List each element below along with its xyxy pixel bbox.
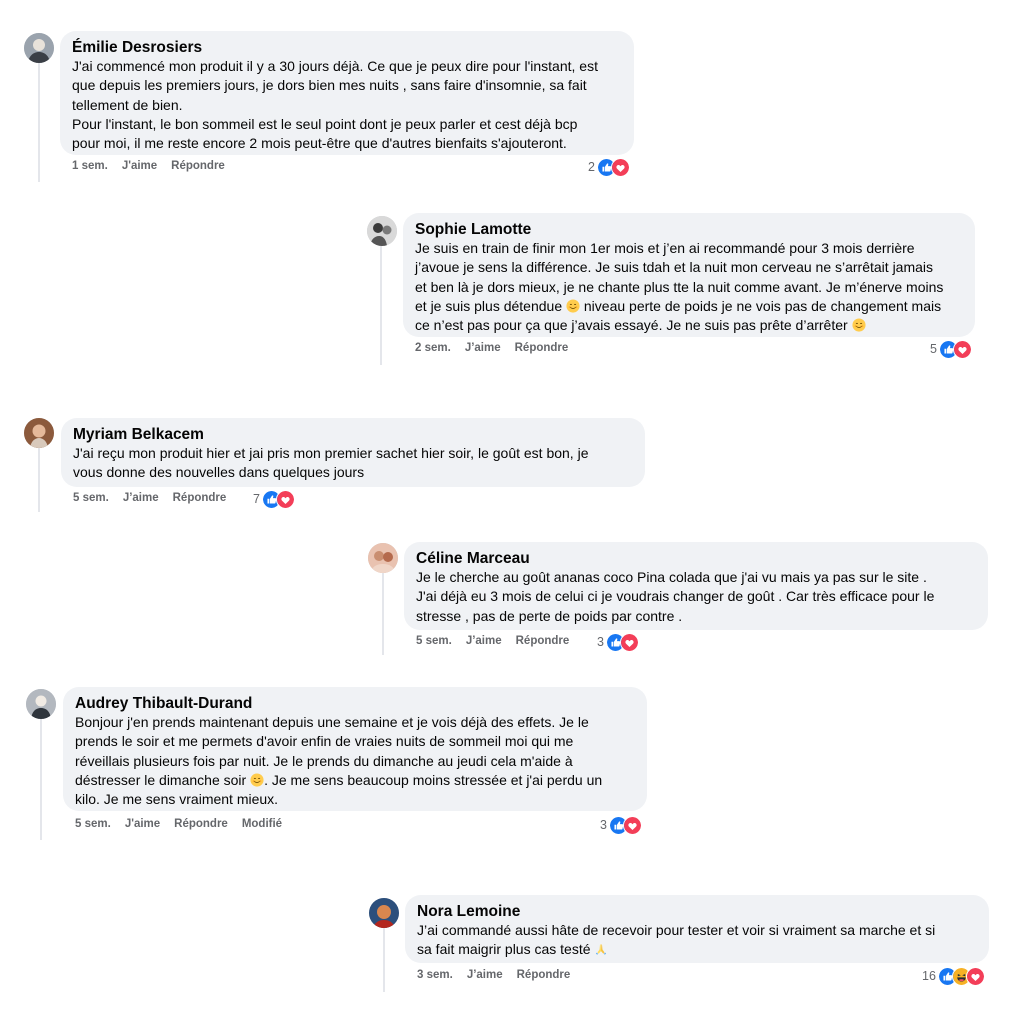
comment-author[interactable]: Audrey Thibault-Durand (75, 694, 635, 713)
like-button[interactable]: J’aime (467, 969, 503, 981)
reaction-summary[interactable]: 3 (597, 632, 639, 652)
comment-bubble: Nora Lemoine J’ai commandé aussi hâte de… (405, 895, 989, 963)
avatar[interactable] (369, 898, 399, 928)
thread-line (40, 718, 42, 840)
comment-actions: 1 sem. J'aime Répondre (72, 160, 225, 172)
like-button[interactable]: J’aime (466, 635, 502, 647)
like-button[interactable]: J'aime (125, 818, 160, 830)
comment-actions: 5 sem. J’aime Répondre (73, 492, 226, 504)
avatar[interactable] (26, 689, 56, 719)
love-icon (610, 157, 630, 177)
love-icon (619, 632, 639, 652)
comment-actions: 3 sem. J’aime Répondre (417, 969, 570, 981)
comment-timestamp[interactable]: 1 sem. (72, 160, 108, 172)
smiling-face-emoji-icon (566, 299, 580, 313)
comment-text: J’ai commandé aussi hâte de recevoir pou… (417, 922, 936, 958)
reaction-summary[interactable]: 7 (253, 489, 295, 509)
avatar[interactable] (24, 418, 54, 448)
like-button[interactable]: J’aime (123, 492, 159, 504)
love-icon (275, 489, 295, 509)
comment-author[interactable]: Émilie Desrosiers (72, 38, 622, 57)
comment-timestamp[interactable]: 3 sem. (417, 969, 453, 981)
thread-line (38, 448, 40, 512)
thread-line (380, 245, 382, 365)
comment-text: J'ai commencé mon produit il y a 30 jour… (72, 58, 598, 152)
comment-text: Je suis en train de finir mon 1er mois e… (415, 240, 944, 334)
reply-button[interactable]: Répondre (174, 818, 228, 830)
comment-bubble: Sophie Lamotte Je suis en train de finir… (403, 213, 975, 337)
edited-label[interactable]: Modifié (242, 818, 282, 830)
comment-author[interactable]: Sophie Lamotte (415, 220, 963, 239)
comment-author[interactable]: Nora Lemoine (417, 902, 977, 921)
reaction-count: 2 (588, 160, 595, 174)
reply-button[interactable]: Répondre (515, 342, 569, 354)
thread-line (38, 62, 40, 182)
comment-author[interactable]: Myriam Belkacem (73, 425, 633, 444)
reaction-count: 16 (922, 969, 936, 983)
comment-bubble: Audrey Thibault-Durand Bonjour j'en pren… (63, 687, 647, 811)
thread-line (382, 573, 384, 655)
comment-timestamp[interactable]: 5 sem. (73, 492, 109, 504)
like-button[interactable]: J'aime (122, 160, 157, 172)
reaction-count: 7 (253, 492, 260, 506)
comment-author[interactable]: Céline Marceau (416, 549, 976, 568)
reaction-summary[interactable]: 5 (930, 339, 972, 359)
comment-actions: 2 sem. J’aime Répondre (415, 342, 568, 354)
comment-timestamp[interactable]: 2 sem. (415, 342, 451, 354)
praying-hands-emoji-icon (594, 942, 608, 956)
comment-text: J'ai reçu mon produit hier et jai pris m… (73, 445, 589, 481)
reaction-count: 3 (600, 818, 607, 832)
reaction-count: 5 (930, 342, 937, 356)
comment-text: Je le cherche au goût ananas coco Pina c… (416, 569, 935, 624)
comment-timestamp[interactable]: 5 sem. (75, 818, 111, 830)
like-button[interactable]: J’aime (465, 342, 501, 354)
love-icon (952, 339, 972, 359)
comment-actions: 5 sem. J'aime Répondre Modifié (75, 818, 282, 830)
smiling-face-emoji-icon (250, 773, 264, 787)
love-icon (965, 966, 985, 986)
avatar[interactable] (368, 543, 398, 573)
reply-button[interactable]: Répondre (516, 635, 570, 647)
reaction-summary[interactable]: 2 (588, 157, 630, 177)
thread-line (383, 928, 385, 992)
reply-button[interactable]: Répondre (517, 969, 571, 981)
comment-timestamp[interactable]: 5 sem. (416, 635, 452, 647)
comment-bubble: Émilie Desrosiers J'ai commencé mon prod… (60, 31, 634, 155)
comment-actions: 5 sem. J’aime Répondre (416, 635, 569, 647)
avatar[interactable] (367, 216, 397, 246)
reaction-summary[interactable]: 16 (922, 966, 985, 986)
comment-bubble: Céline Marceau Je le cherche au goût ana… (404, 542, 988, 630)
smiling-face-emoji-icon (852, 318, 866, 332)
comment-text: Bonjour j'en prends maintenant depuis un… (75, 714, 603, 808)
reaction-summary[interactable]: 3 (600, 815, 642, 835)
reaction-count: 3 (597, 635, 604, 649)
avatar[interactable] (24, 33, 54, 63)
comment-bubble: Myriam Belkacem J'ai reçu mon produit hi… (61, 418, 645, 487)
love-icon (622, 815, 642, 835)
reply-button[interactable]: Répondre (171, 160, 225, 172)
reply-button[interactable]: Répondre (173, 492, 227, 504)
